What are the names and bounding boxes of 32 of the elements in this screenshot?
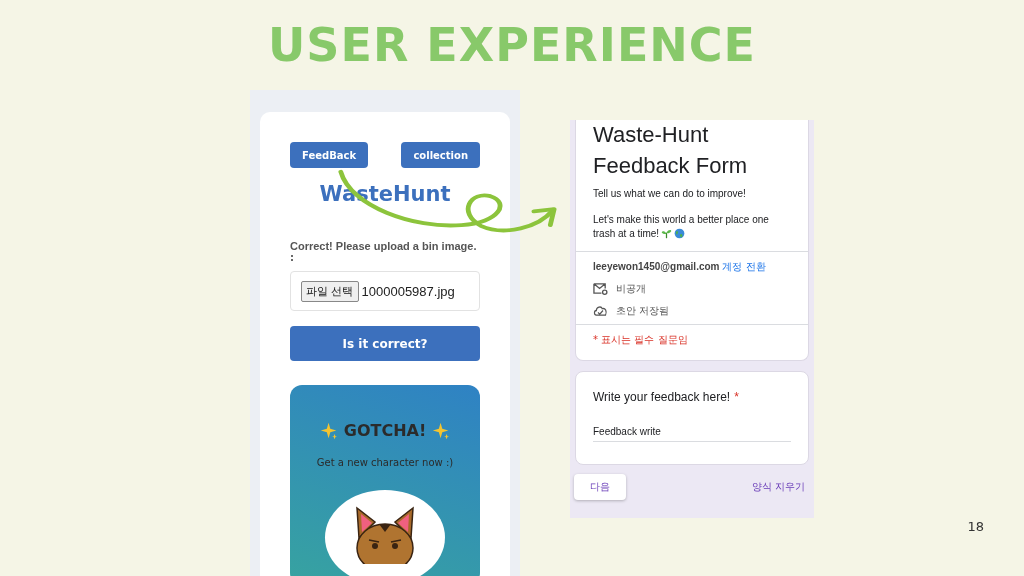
question-label: Write your feedback here! <box>593 389 731 404</box>
sprout-icon <box>661 228 673 240</box>
account-email: leeyewon1450@gmail.com <box>593 260 720 272</box>
choose-file-button[interactable]: 파일 선택 <box>301 280 359 302</box>
sparkle-icon <box>319 421 338 440</box>
upload-colon: : <box>290 252 295 263</box>
slide-title: USER EXPERIENCE <box>268 17 756 74</box>
next-button[interactable]: 다음 <box>574 473 626 500</box>
upload-label: Correct! Please upload a bin image. <box>290 240 478 252</box>
privacy-label: 비공개 <box>616 281 646 296</box>
page-number: 18 <box>967 519 984 534</box>
nav-button[interactable]: FeedBack <box>290 142 369 168</box>
file-field[interactable]: 파일 선택 1000005987.jpg <box>290 271 480 311</box>
required-mark: * <box>734 389 739 404</box>
gotcha-title: GOTCHA! <box>343 421 427 440</box>
form-title: Waste-Hunt Feedback Form <box>593 121 749 180</box>
nav-button[interactable]: collection <box>401 142 480 168</box>
sparkle-icon <box>432 421 451 440</box>
form-description: Tell us what we can do to improve! <box>593 187 747 199</box>
required-note: * 표시는 필수 질문임 <box>593 332 689 347</box>
gotcha-subtitle: Get a new character now :) <box>315 456 455 470</box>
cloud-check-icon <box>593 304 608 318</box>
switch-account-link[interactable]: 계정 전환 <box>722 260 766 272</box>
draft-status: 초안 저장됨 <box>616 303 670 318</box>
file-name: 1000005987.jpg <box>361 283 455 299</box>
answer-field[interactable]: Feedback write <box>593 423 791 442</box>
form-description: Let's make this world a better place one <box>593 212 769 227</box>
mail-icon <box>593 282 608 296</box>
form-description: trash at a time! <box>593 226 660 241</box>
clear-form-link[interactable]: 양식 지우기 <box>751 479 805 494</box>
globe-icon <box>674 228 686 240</box>
submit-button[interactable]: Is it correct? <box>290 326 480 361</box>
